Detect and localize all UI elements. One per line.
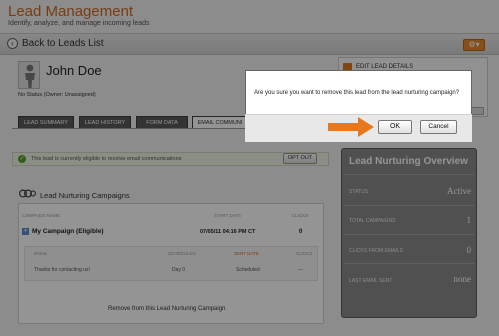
cancel-button[interactable]: Cancel	[420, 120, 457, 134]
arrow-icon	[328, 117, 374, 137]
modal-overlay	[0, 0, 499, 336]
dialog-message: Are you sure you want to remove this lea…	[254, 90, 460, 96]
ok-button[interactable]: OK	[378, 120, 412, 134]
